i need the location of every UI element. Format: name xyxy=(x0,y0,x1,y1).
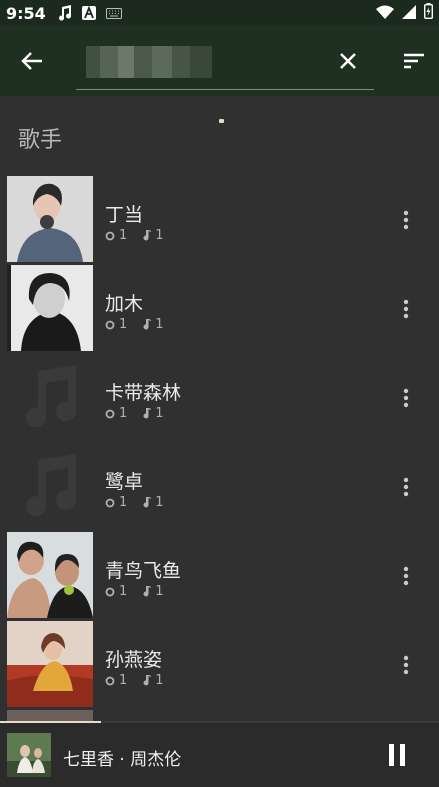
more-vertical-icon xyxy=(403,388,409,408)
more-options-button[interactable] xyxy=(392,649,420,681)
close-icon xyxy=(340,53,356,69)
clear-search-button[interactable] xyxy=(328,26,368,96)
artist-name: 丁当 xyxy=(105,204,144,226)
album-icon xyxy=(105,587,115,596)
wifi-icon xyxy=(376,4,394,23)
artist-meta: 1 1 xyxy=(105,584,176,599)
album-icon xyxy=(105,320,115,329)
playback-progress-fill xyxy=(0,721,101,723)
song-count: 1 xyxy=(155,495,164,510)
artist-row[interactable]: 青鸟飞鱼 1 1 xyxy=(0,532,439,621)
more-options-button[interactable] xyxy=(392,560,420,592)
artist-name: 青鸟飞鱼 xyxy=(105,560,182,582)
music-note-placeholder-icon xyxy=(26,454,77,517)
artist-name: 鹭卓 xyxy=(105,471,144,493)
artist-name: 孙燕姿 xyxy=(105,649,163,671)
more-vertical-icon xyxy=(403,210,409,230)
song-icon xyxy=(143,497,152,508)
album-count: 1 xyxy=(119,317,128,332)
song-count: 1 xyxy=(155,584,164,599)
more-options-button[interactable] xyxy=(392,293,420,325)
song-icon xyxy=(143,319,152,330)
now-playing-title: 七里香 · 周杰伦 xyxy=(63,750,182,770)
artist-row[interactable]: 鹭卓 1 1 xyxy=(0,443,439,532)
album-icon xyxy=(105,409,115,418)
artist-row[interactable]: 卡带森林 1 1 xyxy=(0,354,439,443)
font-a-icon xyxy=(81,6,96,20)
sort-button[interactable] xyxy=(392,26,436,96)
more-vertical-icon xyxy=(403,299,409,319)
artist-photo-placeholder xyxy=(7,354,93,440)
album-icon xyxy=(105,231,115,240)
signal-icon xyxy=(402,4,416,23)
pause-button[interactable] xyxy=(382,737,412,773)
status-time: 9:54 xyxy=(6,3,46,23)
playback-progress xyxy=(0,721,439,723)
music-note-placeholder-icon xyxy=(26,365,77,428)
artist-meta: 1 1 xyxy=(105,228,176,243)
album-count: 1 xyxy=(119,495,128,510)
more-options-button[interactable] xyxy=(392,204,420,236)
artist-photo xyxy=(7,176,93,262)
back-button[interactable] xyxy=(0,26,64,96)
artist-photo-placeholder xyxy=(7,443,93,529)
more-options-button[interactable] xyxy=(392,382,420,414)
search-toolbar xyxy=(0,26,439,96)
album-icon xyxy=(105,498,115,507)
album-icon xyxy=(105,676,115,685)
song-icon xyxy=(143,230,152,241)
battery-icon xyxy=(423,3,433,23)
artist-row[interactable]: 加木 1 1 xyxy=(0,265,439,354)
decorative-mark xyxy=(219,119,224,123)
album-count: 1 xyxy=(119,673,128,688)
song-count: 1 xyxy=(155,317,164,332)
now-playing-bar[interactable]: 七里香 · 周杰伦 xyxy=(0,721,439,787)
more-vertical-icon xyxy=(403,566,409,586)
keyboard-icon xyxy=(105,7,122,19)
artist-row[interactable]: 丁当 1 1 xyxy=(0,176,439,265)
sort-icon xyxy=(404,53,424,69)
artist-photo-partial xyxy=(7,710,93,721)
artist-row[interactable]: 孙燕姿 1 1 xyxy=(0,621,439,710)
section-title: 歌手 xyxy=(18,128,63,153)
song-icon xyxy=(143,675,152,686)
artist-meta: 1 1 xyxy=(105,495,176,510)
album-count: 1 xyxy=(119,406,128,421)
song-count: 1 xyxy=(155,228,164,243)
artist-photo xyxy=(7,621,93,707)
now-playing-cover xyxy=(7,733,51,777)
artist-name: 卡带森林 xyxy=(105,382,182,404)
song-icon xyxy=(143,408,152,419)
album-count: 1 xyxy=(119,584,128,599)
music-note-icon xyxy=(58,5,72,21)
more-vertical-icon xyxy=(403,655,409,675)
search-input[interactable] xyxy=(76,46,316,78)
artist-photo xyxy=(7,265,93,351)
song-count: 1 xyxy=(155,673,164,688)
artist-meta: 1 1 xyxy=(105,406,176,421)
artist-name: 加木 xyxy=(105,293,144,315)
more-vertical-icon xyxy=(403,477,409,497)
pause-icon xyxy=(389,744,405,766)
artist-meta: 1 1 xyxy=(105,673,176,688)
more-options-button[interactable] xyxy=(392,471,420,503)
arrow-left-icon xyxy=(21,52,42,70)
song-count: 1 xyxy=(155,406,164,421)
artist-meta: 1 1 xyxy=(105,317,176,332)
artist-list: 丁当 1 1 加木 1 1 卡带森林 1 1 鹭卓 1 1 青鸟飞鱼 1 1 孙… xyxy=(0,176,439,710)
album-count: 1 xyxy=(119,228,128,243)
artist-photo xyxy=(7,532,93,618)
status-bar: 9:54 xyxy=(0,0,439,26)
song-icon xyxy=(143,586,152,597)
